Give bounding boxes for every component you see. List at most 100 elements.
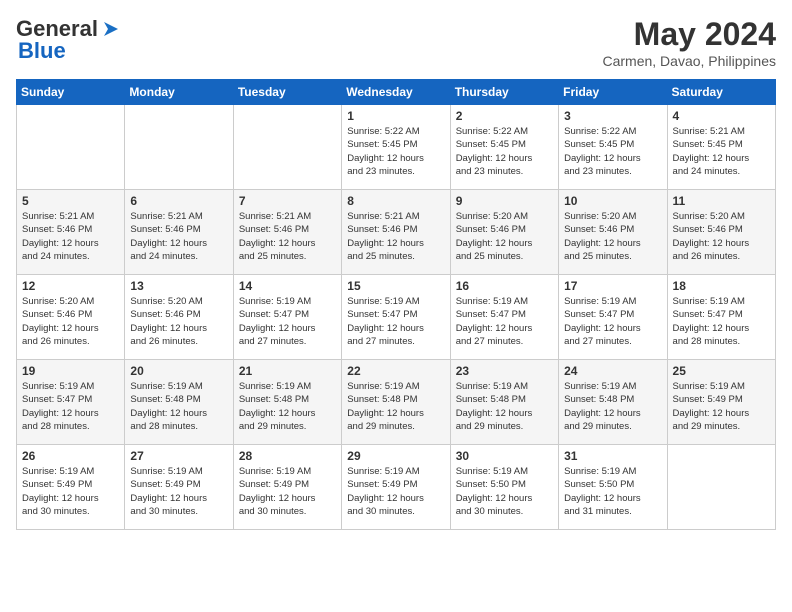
calendar-week-row: 19 Sunrise: 5:19 AM Sunset: 5:47 PM Dayli… — [17, 360, 776, 445]
day-info: Sunrise: 5:21 AM Sunset: 5:45 PM Dayligh… — [673, 125, 770, 178]
day-info: Sunrise: 5:19 AM Sunset: 5:47 PM Dayligh… — [673, 295, 770, 348]
day-number: 30 — [456, 449, 553, 463]
day-info: Sunrise: 5:20 AM Sunset: 5:46 PM Dayligh… — [564, 210, 661, 263]
day-info: Sunrise: 5:19 AM Sunset: 5:48 PM Dayligh… — [347, 380, 444, 433]
day-number: 8 — [347, 194, 444, 208]
day-info: Sunrise: 5:19 AM Sunset: 5:47 PM Dayligh… — [239, 295, 336, 348]
day-info: Sunrise: 5:21 AM Sunset: 5:46 PM Dayligh… — [239, 210, 336, 263]
day-info: Sunrise: 5:22 AM Sunset: 5:45 PM Dayligh… — [564, 125, 661, 178]
calendar-cell: 24Sunrise: 5:19 AM Sunset: 5:48 PM Dayli… — [559, 360, 667, 445]
day-number: 23 — [456, 364, 553, 378]
calendar-body: 1 Sunrise: 5:22 AM Sunset: 5:45 PM Daylig… — [17, 105, 776, 530]
day-number: 27 — [130, 449, 227, 463]
day-info: Sunrise: 5:22 AM Sunset: 5:45 PM Dayligh… — [347, 125, 444, 178]
calendar-cell: 16 Sunrise: 5:19 AM Sunset: 5:47 PM Dayli… — [450, 275, 558, 360]
day-number: 31 — [564, 449, 661, 463]
day-number: 25 — [673, 364, 770, 378]
day-info: Sunrise: 5:19 AM Sunset: 5:50 PM Dayligh… — [456, 465, 553, 518]
calendar-week-row: 5 Sunrise: 5:21 AM Sunset: 5:46 PM Daylig… — [17, 190, 776, 275]
calendar-cell: 28 Sunrise: 5:19 AM Sunset: 5:49 PM Dayli… — [233, 445, 341, 530]
day-info: Sunrise: 5:19 AM Sunset: 5:48 PM Dayligh… — [564, 380, 661, 433]
weekday-header: Saturday — [667, 80, 775, 105]
day-number: 22 — [347, 364, 444, 378]
day-info: Sunrise: 5:19 AM Sunset: 5:49 PM Dayligh… — [239, 465, 336, 518]
calendar-cell: 19 Sunrise: 5:19 AM Sunset: 5:47 PM Dayli… — [17, 360, 125, 445]
weekday-header: Wednesday — [342, 80, 450, 105]
day-info: Sunrise: 5:19 AM Sunset: 5:47 PM Dayligh… — [456, 295, 553, 348]
calendar-cell: 31Sunrise: 5:19 AM Sunset: 5:50 PM Dayli… — [559, 445, 667, 530]
calendar-cell: 4Sunrise: 5:21 AM Sunset: 5:45 PM Daylig… — [667, 105, 775, 190]
calendar-cell: 22 Sunrise: 5:19 AM Sunset: 5:48 PM Dayli… — [342, 360, 450, 445]
day-info: Sunrise: 5:19 AM Sunset: 5:47 PM Dayligh… — [564, 295, 661, 348]
weekday-header: Thursday — [450, 80, 558, 105]
calendar-cell: 13Sunrise: 5:20 AM Sunset: 5:46 PM Dayli… — [125, 275, 233, 360]
day-number: 20 — [130, 364, 227, 378]
day-info: Sunrise: 5:21 AM Sunset: 5:46 PM Dayligh… — [130, 210, 227, 263]
day-info: Sunrise: 5:20 AM Sunset: 5:46 PM Dayligh… — [456, 210, 553, 263]
calendar-cell — [233, 105, 341, 190]
calendar-header: SundayMondayTuesdayWednesdayThursdayFrid… — [17, 80, 776, 105]
logo: General Blue — [16, 16, 122, 64]
calendar-cell: 20Sunrise: 5:19 AM Sunset: 5:48 PM Dayli… — [125, 360, 233, 445]
day-number: 1 — [347, 109, 444, 123]
day-number: 13 — [130, 279, 227, 293]
logo-arrow-icon — [100, 18, 122, 40]
calendar-cell: 14 Sunrise: 5:19 AM Sunset: 5:47 PM Dayli… — [233, 275, 341, 360]
logo-blue: Blue — [18, 38, 66, 64]
weekday-header: Friday — [559, 80, 667, 105]
calendar-cell: 17Sunrise: 5:19 AM Sunset: 5:47 PM Dayli… — [559, 275, 667, 360]
day-number: 26 — [22, 449, 119, 463]
day-number: 16 — [456, 279, 553, 293]
day-info: Sunrise: 5:19 AM Sunset: 5:48 PM Dayligh… — [456, 380, 553, 433]
day-number: 6 — [130, 194, 227, 208]
calendar-cell: 5 Sunrise: 5:21 AM Sunset: 5:46 PM Daylig… — [17, 190, 125, 275]
day-number: 9 — [456, 194, 553, 208]
calendar-cell: 10 Sunrise: 5:20 AM Sunset: 5:46 PM Dayli… — [559, 190, 667, 275]
day-number: 18 — [673, 279, 770, 293]
day-number: 7 — [239, 194, 336, 208]
weekday-row: SundayMondayTuesdayWednesdayThursdayFrid… — [17, 80, 776, 105]
calendar-cell: 25Sunrise: 5:19 AM Sunset: 5:49 PM Dayli… — [667, 360, 775, 445]
day-info: Sunrise: 5:20 AM Sunset: 5:46 PM Dayligh… — [673, 210, 770, 263]
day-number: 5 — [22, 194, 119, 208]
day-number: 3 — [564, 109, 661, 123]
day-info: Sunrise: 5:19 AM Sunset: 5:49 PM Dayligh… — [130, 465, 227, 518]
day-number: 12 — [22, 279, 119, 293]
calendar-cell: 1 Sunrise: 5:22 AM Sunset: 5:45 PM Daylig… — [342, 105, 450, 190]
day-info: Sunrise: 5:19 AM Sunset: 5:47 PM Dayligh… — [22, 380, 119, 433]
calendar-cell: 23 Sunrise: 5:19 AM Sunset: 5:48 PM Dayli… — [450, 360, 558, 445]
month-year: May 2024 — [602, 16, 776, 53]
day-number: 11 — [673, 194, 770, 208]
header: General Blue May 2024 Carmen, Davao, Phi… — [16, 16, 776, 69]
calendar-week-row: 26 Sunrise: 5:19 AM Sunset: 5:49 PM Dayli… — [17, 445, 776, 530]
calendar-cell — [125, 105, 233, 190]
calendar-week-row: 1 Sunrise: 5:22 AM Sunset: 5:45 PM Daylig… — [17, 105, 776, 190]
calendar-week-row: 12 Sunrise: 5:20 AM Sunset: 5:46 PM Dayli… — [17, 275, 776, 360]
calendar-cell: 7 Sunrise: 5:21 AM Sunset: 5:46 PM Daylig… — [233, 190, 341, 275]
calendar-cell: 8 Sunrise: 5:21 AM Sunset: 5:46 PM Daylig… — [342, 190, 450, 275]
calendar-table: SundayMondayTuesdayWednesdayThursdayFrid… — [16, 79, 776, 530]
day-info: Sunrise: 5:21 AM Sunset: 5:46 PM Dayligh… — [347, 210, 444, 263]
day-number: 28 — [239, 449, 336, 463]
day-info: Sunrise: 5:19 AM Sunset: 5:48 PM Dayligh… — [239, 380, 336, 433]
day-number: 21 — [239, 364, 336, 378]
calendar-cell: 26Sunrise: 5:19 AM Sunset: 5:49 PM Dayli… — [17, 445, 125, 530]
calendar-cell — [17, 105, 125, 190]
day-number: 15 — [347, 279, 444, 293]
day-number: 14 — [239, 279, 336, 293]
day-number: 10 — [564, 194, 661, 208]
calendar-cell — [667, 445, 775, 530]
calendar-cell: 6 Sunrise: 5:21 AM Sunset: 5:46 PM Daylig… — [125, 190, 233, 275]
day-number: 19 — [22, 364, 119, 378]
day-info: Sunrise: 5:22 AM Sunset: 5:45 PM Dayligh… — [456, 125, 553, 178]
day-info: Sunrise: 5:21 AM Sunset: 5:46 PM Dayligh… — [22, 210, 119, 263]
title-block: May 2024 Carmen, Davao, Philippines — [602, 16, 776, 69]
weekday-header: Monday — [125, 80, 233, 105]
calendar-cell: 27 Sunrise: 5:19 AM Sunset: 5:49 PM Dayli… — [125, 445, 233, 530]
calendar-cell: 9 Sunrise: 5:20 AM Sunset: 5:46 PM Daylig… — [450, 190, 558, 275]
day-info: Sunrise: 5:20 AM Sunset: 5:46 PM Dayligh… — [22, 295, 119, 348]
day-info: Sunrise: 5:19 AM Sunset: 5:49 PM Dayligh… — [347, 465, 444, 518]
weekday-header: Sunday — [17, 80, 125, 105]
calendar-cell: 30 Sunrise: 5:19 AM Sunset: 5:50 PM Dayli… — [450, 445, 558, 530]
calendar-cell: 12 Sunrise: 5:20 AM Sunset: 5:46 PM Dayli… — [17, 275, 125, 360]
